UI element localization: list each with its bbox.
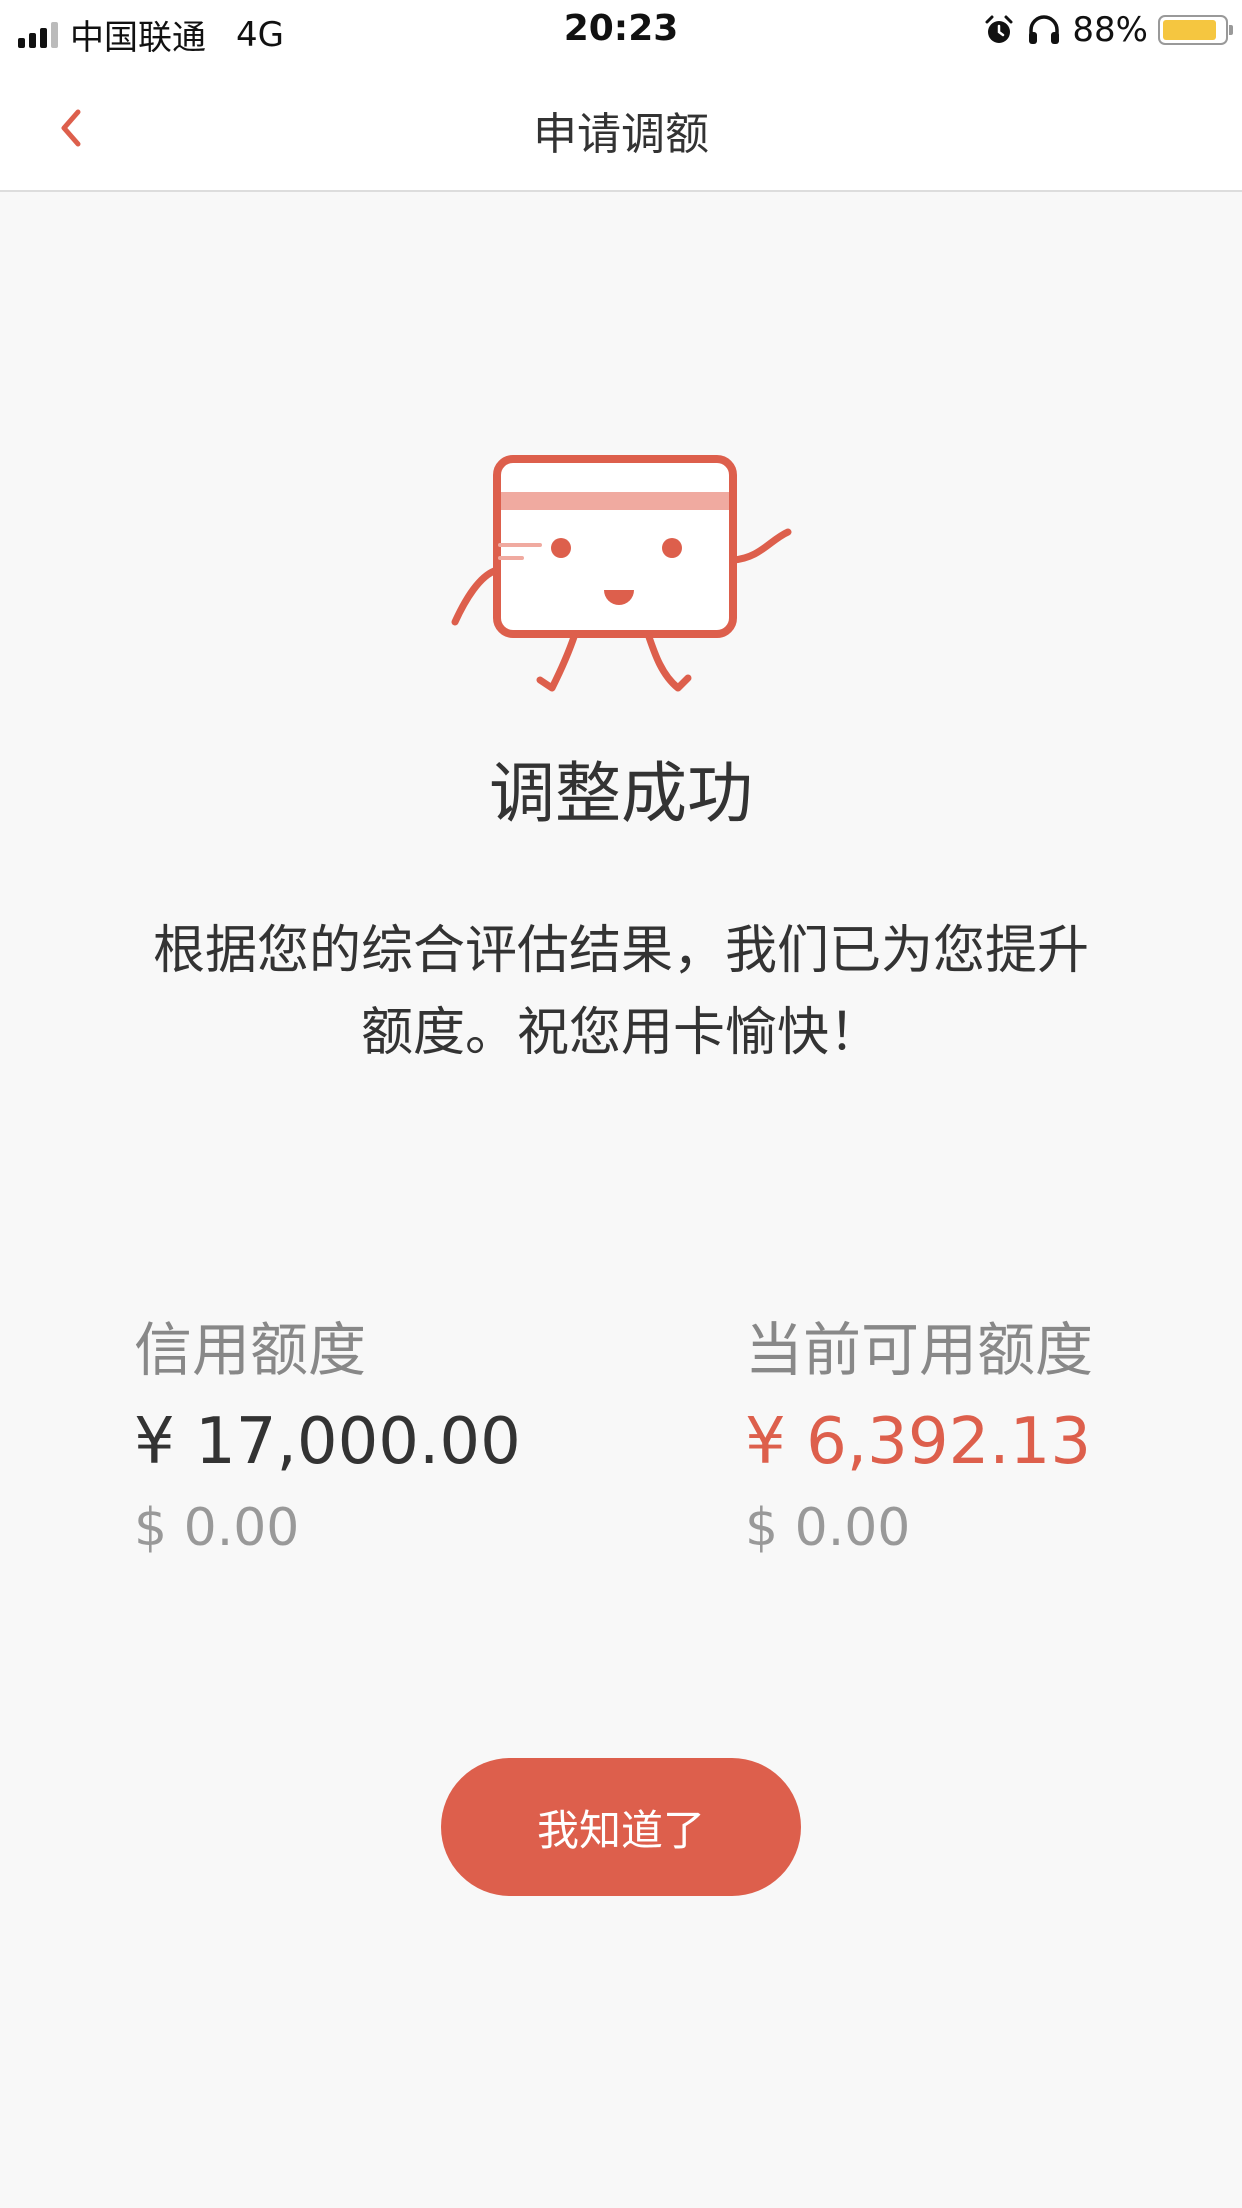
credit-limit-label: 信用额度	[134, 1316, 367, 1384]
nav-bar: 申请调额	[0, 64, 1242, 192]
credit-limit-usd: $ 0.00	[134, 1498, 300, 1558]
credit-card-mascot-icon	[451, 455, 792, 692]
available-limit-usd: $ 0.00	[745, 1498, 911, 1558]
got-it-button[interactable]: 我知道了	[441, 1758, 801, 1896]
alarm-icon	[985, 15, 1013, 43]
page-title: 申请调额	[533, 109, 709, 160]
result-message: 根据您的综合评估结果，我们已为您提升额度。祝您用卡愉快！	[152, 921, 1089, 1063]
status-bar: 中国联通 4G 20:23 88%	[0, 0, 1242, 64]
credit-limit-block: 信用额度 ¥ 17,000.00 $ 0.00	[134, 1310, 521, 1566]
available-limit-cny: ¥ 6,392.13	[745, 1405, 1092, 1479]
available-limit-label: 当前可用额度	[745, 1316, 1094, 1384]
headphones-icon	[1029, 15, 1060, 44]
credit-limit-cny: ¥ 17,000.00	[134, 1405, 521, 1479]
status-right: 88%	[982, 10, 1233, 50]
battery-icon	[1158, 15, 1233, 45]
result-title: 调整成功	[489, 755, 753, 832]
battery-percent: 88%	[1072, 10, 1148, 50]
available-limit-block: 当前可用额度 ¥ 6,392.13 $ 0.00	[745, 1310, 1093, 1566]
